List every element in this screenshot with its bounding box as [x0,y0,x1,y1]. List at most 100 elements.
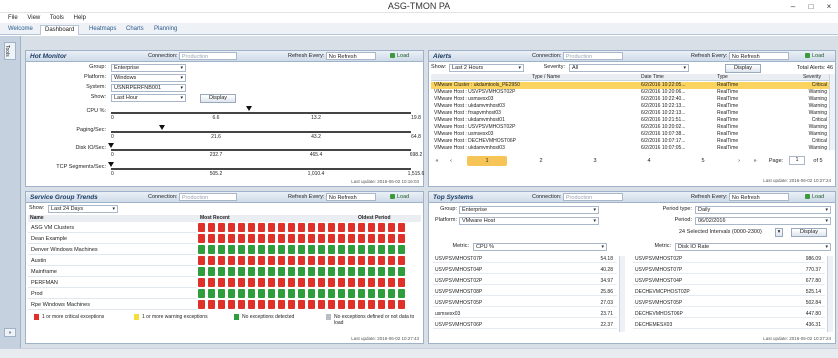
prev-page-button[interactable]: ‹ [445,156,457,166]
col-name[interactable]: Name [30,215,90,222]
system-row[interactable]: USVPSVMHOST02P 986.09 [633,256,825,263]
status-square[interactable] [218,278,225,287]
tab-heatmaps[interactable]: Heatmaps [85,25,120,35]
tab-charts[interactable]: Charts [122,25,148,35]
status-square[interactable] [218,223,225,232]
status-square[interactable] [398,300,405,309]
status-square[interactable] [358,278,365,287]
status-square[interactable] [328,234,335,243]
status-square[interactable] [398,234,405,243]
sg-row-name[interactable]: Rpe Windows Machines [28,300,196,310]
system-row[interactable]: USVPSVMHOST07P 54.18 [433,256,617,263]
slider-track[interactable] [111,131,411,133]
connection-selector[interactable]: Connection: Production [148,193,237,202]
status-square[interactable] [208,300,215,309]
status-square[interactable] [198,289,205,298]
status-square[interactable] [378,234,385,243]
status-square[interactable] [318,223,325,232]
connection-selector[interactable]: Connection: Production [148,52,237,61]
status-square[interactable] [368,300,375,309]
status-square[interactable] [398,245,405,254]
display-button[interactable]: Display [791,228,827,237]
slider-thumb[interactable] [246,106,252,111]
status-square[interactable] [288,289,295,298]
refresh-selector[interactable]: Refresh Every: No Refresh [288,193,376,202]
status-square[interactable] [248,245,255,254]
ts-platform-select[interactable]: VMware Host [459,217,599,225]
refresh-value[interactable]: No Refresh [728,52,789,60]
load-button[interactable]: Load [803,52,826,61]
status-square[interactable] [238,256,245,265]
status-square[interactable] [368,289,375,298]
status-square[interactable] [368,256,375,265]
status-square[interactable] [238,300,245,309]
status-square[interactable] [338,256,345,265]
status-square[interactable] [248,223,255,232]
status-square[interactable] [308,300,315,309]
system-row[interactable]: USVPSVMHOST08P 25.86 [433,289,617,296]
status-square[interactable] [318,245,325,254]
status-square[interactable] [358,245,365,254]
status-square[interactable] [278,256,285,265]
collapse-icon[interactable]: » [4,328,16,337]
status-square[interactable] [328,256,335,265]
status-square[interactable] [368,223,375,232]
refresh-selector[interactable]: Refresh Every: No Refresh [288,52,376,61]
status-square[interactable] [238,234,245,243]
slider-thumb[interactable] [159,125,165,130]
status-square[interactable] [228,267,235,276]
status-square[interactable] [268,267,275,276]
status-square[interactable] [208,267,215,276]
menu-view[interactable]: View [27,13,40,23]
page-input[interactable]: 1 [789,156,805,165]
status-square[interactable] [198,245,205,254]
refresh-value[interactable]: No Refresh [728,193,789,201]
period-type-select[interactable]: Daily [695,206,831,214]
status-square[interactable] [258,289,265,298]
status-square[interactable] [358,256,365,265]
status-square[interactable] [248,278,255,287]
status-square[interactable] [298,234,305,243]
status-square[interactable] [358,234,365,243]
system-row[interactable]: USVPSVMHOST04P 40.28 [433,267,617,274]
status-square[interactable] [308,256,315,265]
refresh-selector[interactable]: Refresh Every: No Refresh [691,52,789,61]
slider-track[interactable] [111,149,411,151]
status-square[interactable] [228,223,235,232]
status-square[interactable] [358,223,365,232]
status-square[interactable] [248,234,255,243]
status-square[interactable] [278,223,285,232]
alerts-show-select[interactable]: Last 2 Hours [449,64,524,72]
menu-file[interactable]: File [8,13,18,23]
status-square[interactable] [388,223,395,232]
alerts-scrollbar[interactable] [829,74,835,150]
table-row[interactable]: VMware Host : usmsesx03 6/2/2016 10:07:38… [431,131,829,138]
status-square[interactable] [368,234,375,243]
right-list-scrollbar[interactable] [827,256,833,332]
status-square[interactable] [208,256,215,265]
status-square[interactable] [238,223,245,232]
status-square[interactable] [258,300,265,309]
status-square[interactable] [258,256,265,265]
status-square[interactable] [268,289,275,298]
status-square[interactable] [208,289,215,298]
status-square[interactable] [348,300,355,309]
status-square[interactable] [268,256,275,265]
status-square[interactable] [258,278,265,287]
status-square[interactable] [368,245,375,254]
status-square[interactable] [398,223,405,232]
status-square[interactable] [208,234,215,243]
status-square[interactable] [248,267,255,276]
status-square[interactable] [308,223,315,232]
left-metric-select[interactable]: CPU % [473,243,607,251]
status-square[interactable] [288,256,295,265]
status-square[interactable] [238,267,245,276]
status-square[interactable] [388,289,395,298]
status-square[interactable] [328,267,335,276]
status-square[interactable] [318,234,325,243]
slider-thumb[interactable] [108,162,114,167]
page-3-button[interactable]: 3 [575,156,615,166]
status-square[interactable] [288,234,295,243]
sg-row-name[interactable]: Mainframe [28,267,196,277]
status-square[interactable] [198,256,205,265]
